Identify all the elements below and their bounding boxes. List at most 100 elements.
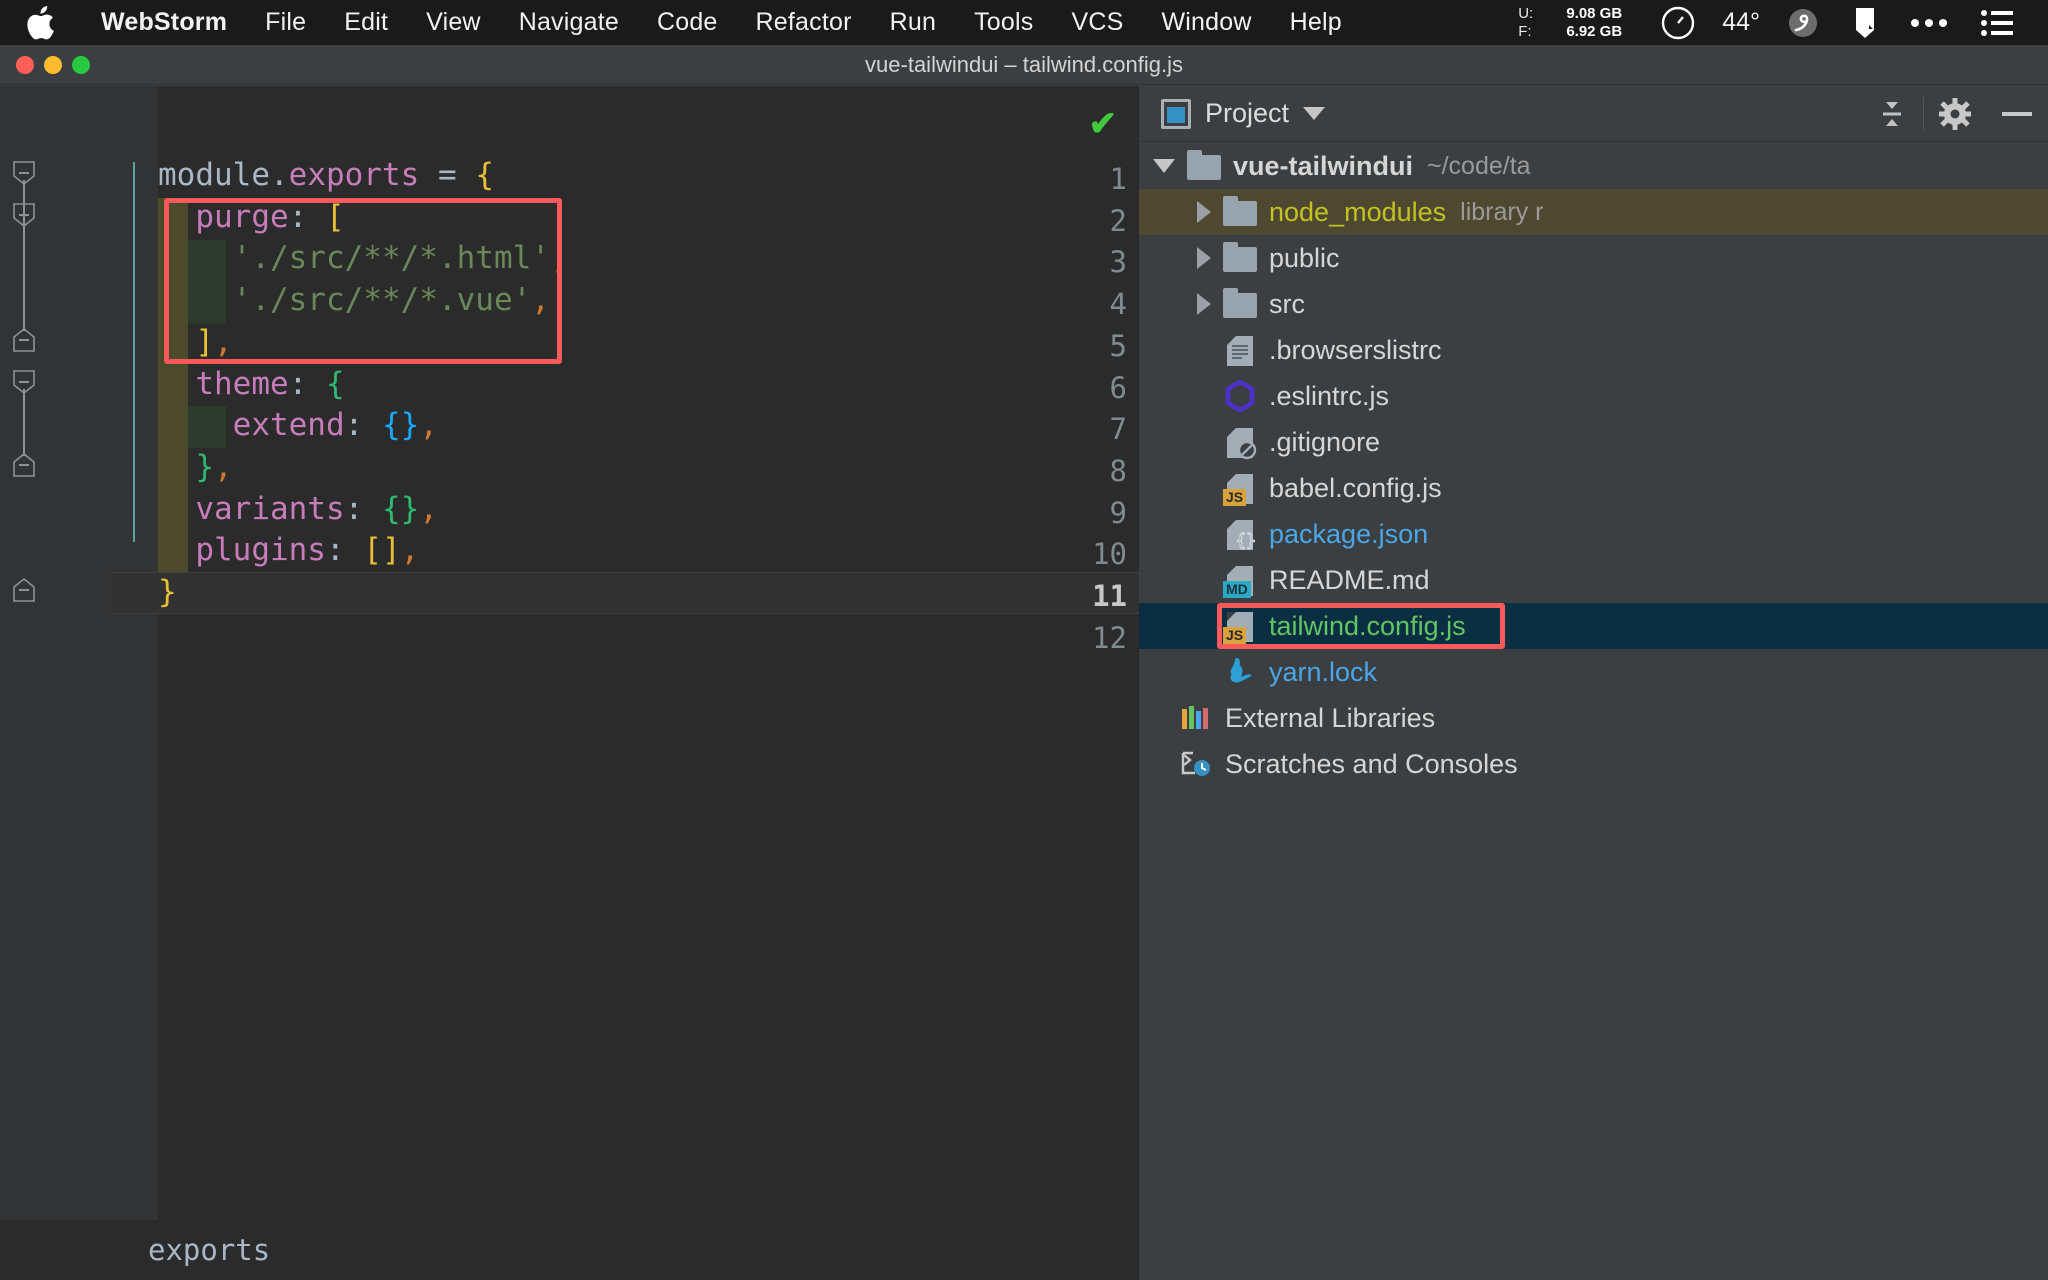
- code-token: :: [344, 490, 364, 527]
- tree-item-tailwind-config-js[interactable]: JS tailwind.config.js: [1139, 603, 2048, 649]
- code-line[interactable]: theme: {: [158, 363, 1139, 405]
- project-panel-header: Project: [1139, 86, 2048, 142]
- code-line[interactable]: plugins: [],: [158, 529, 1139, 571]
- chevron-right-icon[interactable]: [1197, 293, 1211, 315]
- menu-item-webstorm[interactable]: WebStorm: [82, 8, 246, 37]
- menu-item-window[interactable]: Window: [1143, 8, 1271, 37]
- code-token: []: [363, 532, 401, 569]
- cloud-sync-icon[interactable]: [1786, 6, 1820, 40]
- project-tool-window[interactable]: Project vue-tailwindui ~/code/ta node_mo…: [1139, 86, 2048, 1280]
- code-token: ,: [549, 240, 569, 277]
- tree-item-scratches-and-consoles[interactable]: Scratches and Consoles: [1139, 741, 2048, 787]
- editor-status-bar: exports: [0, 1220, 1139, 1280]
- code-token: theme: [195, 365, 289, 402]
- code-token: =: [419, 157, 476, 193]
- speedometer-icon[interactable]: [1660, 5, 1696, 41]
- menu-item-file[interactable]: File: [246, 8, 325, 37]
- code-token: }: [195, 448, 214, 485]
- code-line[interactable]: variants: {},: [158, 488, 1139, 530]
- project-panel-toolbar: [1861, 86, 2048, 142]
- project-panel-title[interactable]: Project: [1205, 98, 1289, 129]
- gear-icon[interactable]: [1924, 86, 1986, 142]
- file-md-icon: MD: [1223, 563, 1257, 598]
- project-file-tree[interactable]: vue-tailwindui ~/code/ta node_modules libra…: [1139, 143, 2048, 1280]
- tree-item--eslintrc-js[interactable]: .eslintrc.js: [1139, 373, 2048, 419]
- menu-item-code[interactable]: Code: [638, 8, 737, 37]
- tree-item-label: .gitignore: [1269, 426, 1381, 457]
- code-editor[interactable]: ✔ 1 2 3 4 5 6 7 8 9 10 11 12 module. exports = { pur…: [0, 86, 1139, 1280]
- code-token: './src/**/*.vue': [232, 282, 532, 319]
- tree-item-public[interactable]: public: [1139, 235, 2048, 281]
- menu-item-help[interactable]: Help: [1271, 8, 1361, 37]
- tree-item-label: .browserslistrc: [1269, 334, 1442, 365]
- temperature-indicator[interactable]: 44°: [1722, 8, 1760, 37]
- tree-item-package-json[interactable]: {} package.json: [1139, 511, 2048, 557]
- menu-item-refactor[interactable]: Refactor: [737, 8, 871, 37]
- tree-item-yarn-lock[interactable]: yarn.lock: [1139, 649, 2048, 695]
- memory-used-value: 9.08 GB: [1566, 4, 1623, 22]
- menu-item-edit[interactable]: Edit: [325, 8, 407, 37]
- project-icon: [1161, 98, 1191, 129]
- tree-item-vue-tailwindui[interactable]: vue-tailwindui ~/code/ta: [1139, 143, 2048, 189]
- indent-guide: [133, 162, 135, 542]
- webstorm-window: vue-tailwindui – tailwind.config.js ✔ 12…: [0, 45, 2048, 1280]
- tree-item-label: yarn.lock: [1269, 656, 1378, 687]
- code-line[interactable]: './src/**/*.vue',: [158, 279, 1139, 321]
- tree-item-readme-md[interactable]: MD README.md: [1139, 557, 2048, 603]
- memory-monitor[interactable]: U: 9.08 GB F: 6.92 GB: [1518, 5, 1622, 40]
- close-button[interactable]: [16, 56, 34, 74]
- tree-item--gitignore[interactable]: .gitignore: [1139, 419, 2048, 465]
- tree-item--browserslistrc[interactable]: .browserslistrc: [1139, 327, 2048, 373]
- line-number-gutter[interactable]: [0, 86, 110, 1280]
- fold-marker[interactable]: [12, 577, 36, 602]
- breadcrumb[interactable]: exports: [148, 1233, 270, 1267]
- tree-item-label: .eslintrc.js: [1269, 380, 1390, 411]
- flag-icon[interactable]: [1852, 6, 1878, 40]
- tree-item-src[interactable]: src: [1139, 281, 2048, 327]
- code-line[interactable]: }: [158, 571, 1139, 613]
- code-line[interactable]: './src/**/*.html',: [158, 237, 1139, 279]
- chevron-right-icon[interactable]: [1197, 247, 1211, 269]
- minimize-button[interactable]: [44, 56, 62, 74]
- code-token: './src/**/*.html': [232, 240, 550, 277]
- file-js-icon: JS: [1223, 609, 1257, 644]
- tree-item-node-modules[interactable]: node_modules library r: [1139, 189, 2048, 235]
- ellipsis-icon[interactable]: [1910, 17, 1948, 29]
- tree-item-babel-config-js[interactable]: JS babel.config.js: [1139, 465, 2048, 511]
- minimize-icon[interactable]: [1986, 86, 2048, 142]
- collapse-all-icon[interactable]: [1861, 86, 1923, 142]
- code-line[interactable]: },: [158, 446, 1139, 488]
- code-token: {: [475, 157, 494, 193]
- code-line[interactable]: [158, 613, 1139, 655]
- control-center-icon[interactable]: [1980, 9, 2014, 37]
- menu-item-navigate[interactable]: Navigate: [500, 8, 638, 37]
- zoom-button[interactable]: [72, 56, 90, 74]
- code-line[interactable]: extend: {},: [158, 404, 1139, 446]
- code-line[interactable]: module. exports = {: [158, 154, 1139, 196]
- code-token: variants: [195, 490, 345, 527]
- menu-item-view[interactable]: View: [407, 8, 500, 37]
- code-token: {}: [381, 490, 420, 527]
- menu-item-run[interactable]: Run: [871, 8, 955, 37]
- code-token: extend: [232, 407, 345, 444]
- menu-item-vcs[interactable]: VCS: [1052, 8, 1142, 37]
- chevron-down-icon[interactable]: [1153, 159, 1175, 173]
- code-line[interactable]: purge: [: [158, 196, 1139, 238]
- chevron-right-icon[interactable]: [1197, 201, 1211, 223]
- apple-logo-icon[interactable]: [26, 5, 56, 40]
- code-line[interactable]: ],: [158, 321, 1139, 363]
- tree-item-label: External Libraries: [1225, 702, 1436, 733]
- tree-item-external-libraries[interactable]: External Libraries: [1139, 695, 2048, 741]
- code-content[interactable]: module. exports = { purge: [ './src/**/*.…: [158, 86, 1139, 1280]
- menu-item-tools[interactable]: Tools: [955, 8, 1052, 37]
- chevron-down-icon[interactable]: [1303, 107, 1326, 120]
- tree-item-label: public: [1269, 242, 1340, 273]
